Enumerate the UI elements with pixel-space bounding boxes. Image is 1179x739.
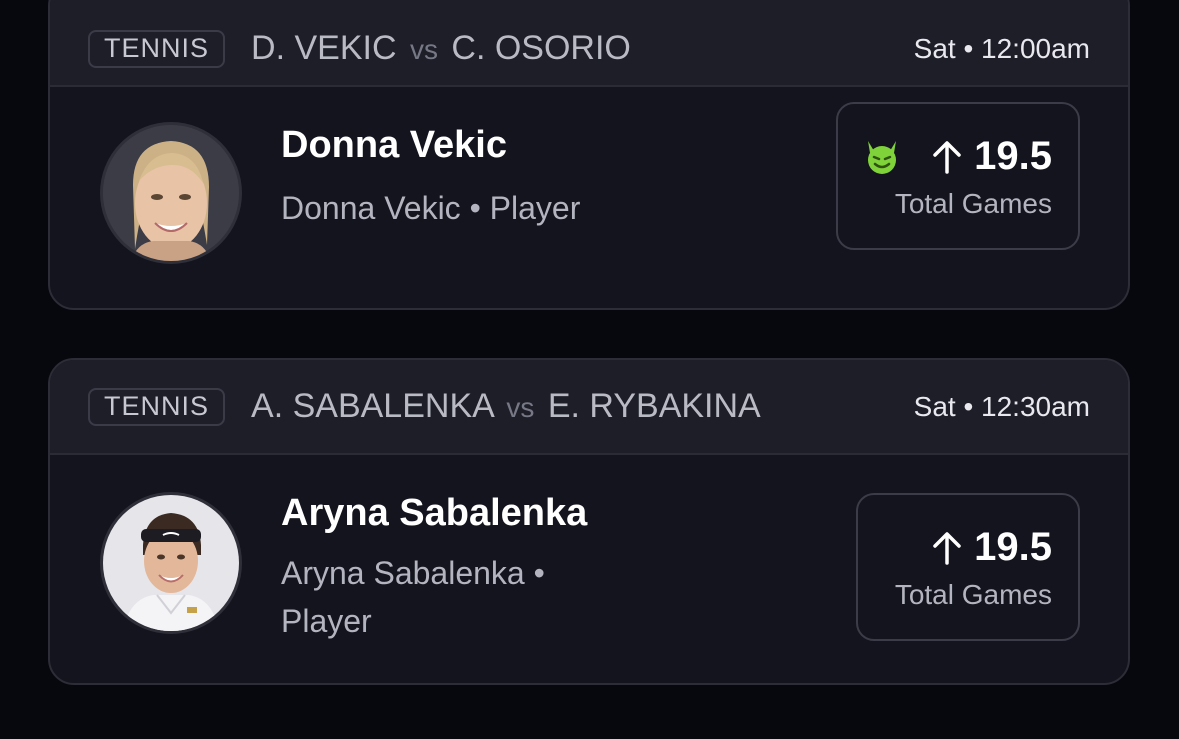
prop-value: 19.5	[974, 134, 1052, 178]
player-photo	[103, 125, 239, 261]
matchup: D. VEKIC vs C. OSORIO	[251, 29, 631, 68]
prop-button[interactable]: 19.5 Total Games	[856, 493, 1080, 641]
player-subtitle: Aryna Sabalenka • Player	[281, 555, 545, 639]
demon-icon	[868, 140, 897, 174]
player-avatar	[100, 122, 242, 264]
card-header: TENNIS D. VEKIC vs C. OSORIO Sat • 12:00…	[50, 0, 1128, 87]
sport-badge: TENNIS	[88, 387, 226, 426]
team-b: E. RYBAKINA	[547, 387, 761, 425]
player-name: Aryna Sabalenka	[281, 492, 588, 534]
prop-stat: Total Games	[894, 188, 1052, 219]
card-body: Aryna Sabalenka Aryna Sabalenka • Player…	[50, 455, 1128, 683]
arrow-up-icon	[933, 531, 961, 565]
game-time: Sat • 12:00am	[913, 32, 1090, 64]
player-avatar	[100, 492, 242, 634]
matchup: A. SABALENKA vs E. RYBAKINA	[251, 387, 761, 426]
vs-label: vs	[409, 34, 438, 65]
prop-stat: Total Games	[894, 579, 1052, 610]
pick-card[interactable]: TENNIS D. VEKIC vs C. OSORIO Sat • 12:00…	[48, 0, 1130, 310]
player-subtitle: Donna Vekic • Player	[281, 190, 581, 226]
vs-label: vs	[506, 392, 535, 423]
game-time: Sat • 12:30am	[913, 390, 1090, 422]
player-name: Donna Vekic	[281, 124, 507, 166]
team-b: C. OSORIO	[451, 29, 631, 67]
sport-badge: TENNIS	[88, 29, 226, 68]
pick-card[interactable]: TENNIS A. SABALENKA vs E. RYBAKINA Sat •…	[48, 358, 1130, 685]
card-body: Donna Vekic Donna Vekic • Player 19.5 To…	[50, 86, 1128, 308]
screen: TENNIS D. VEKIC vs C. OSORIO Sat • 12:00…	[0, 0, 1179, 739]
prop-value: 19.5	[974, 525, 1052, 569]
team-a: D. VEKIC	[251, 29, 397, 67]
player-photo	[103, 495, 239, 631]
arrow-up-icon	[933, 140, 961, 174]
team-a: A. SABALENKA	[251, 387, 493, 425]
prop-button[interactable]: 19.5 Total Games	[836, 102, 1080, 250]
prop-line: 19.5	[862, 134, 1052, 179]
prop-line: 19.5	[930, 525, 1052, 570]
card-header: TENNIS A. SABALENKA vs E. RYBAKINA Sat •…	[50, 360, 1128, 455]
